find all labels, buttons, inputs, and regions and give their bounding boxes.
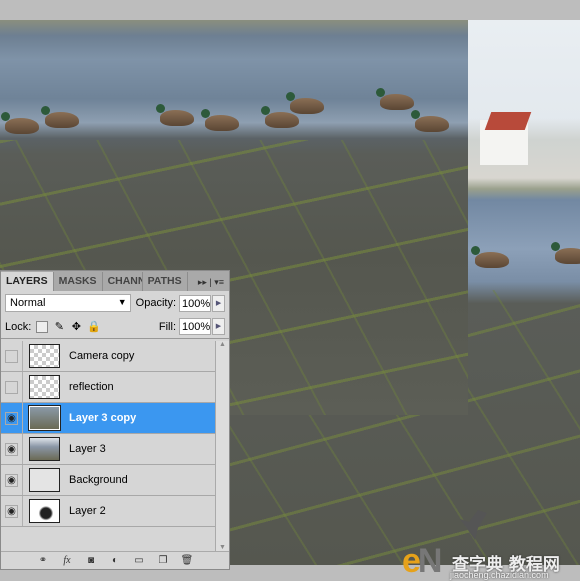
visibility-toggle[interactable] bbox=[5, 349, 18, 363]
layer-row-camera-copy[interactable]: Camera copy bbox=[1, 341, 215, 372]
tab-channels[interactable]: CHANN bbox=[103, 272, 143, 291]
duck bbox=[376, 88, 414, 110]
link-icon[interactable]: ⚭ bbox=[36, 555, 50, 566]
adjustment-icon[interactable]: ◐ bbox=[108, 555, 122, 566]
lock-transparency-icon[interactable] bbox=[36, 320, 49, 333]
trash-icon[interactable]: 🗑 bbox=[180, 555, 194, 566]
fx-icon[interactable]: fx bbox=[60, 555, 74, 566]
duck bbox=[411, 110, 449, 132]
eye-icon[interactable]: ◉ bbox=[5, 411, 18, 425]
layer-row-layer-3-copy[interactable]: ◉ Layer 3 copy bbox=[1, 403, 215, 434]
eye-icon[interactable]: ◉ bbox=[5, 473, 18, 487]
tab-paths[interactable]: PATHS bbox=[143, 272, 188, 291]
lock-label: Lock: bbox=[5, 320, 32, 333]
layers-panel: LAYERS MASKS CHANN PATHS ▸▸ | ▾≡ Normal ▼… bbox=[0, 270, 230, 570]
layer-thumbnail bbox=[29, 499, 60, 523]
scroll-up-icon[interactable]: ▲ bbox=[216, 341, 229, 348]
watermark-logo: eN bbox=[402, 542, 442, 580]
layer-thumbnail bbox=[29, 437, 60, 461]
mask-icon[interactable]: ◙ bbox=[84, 555, 98, 566]
layer-thumbnail bbox=[29, 468, 60, 492]
duck bbox=[471, 246, 509, 268]
layer-row-layer-2[interactable]: ◉ Layer 2 bbox=[1, 496, 215, 527]
layer-row-reflection[interactable]: reflection bbox=[1, 372, 215, 403]
tab-masks[interactable]: MASKS bbox=[54, 272, 103, 291]
opacity-slider-button[interactable]: ▶ bbox=[212, 294, 225, 312]
opacity-input[interactable]: 100% bbox=[179, 294, 212, 312]
visibility-toggle[interactable] bbox=[5, 380, 18, 394]
scroll-down-icon[interactable]: ▼ bbox=[216, 544, 229, 551]
eye-icon[interactable]: ◉ bbox=[5, 504, 18, 518]
panel-menu-icon[interactable]: ▸▸ | ▾≡ bbox=[193, 274, 229, 291]
duck bbox=[286, 92, 324, 114]
fill-input[interactable]: 100% bbox=[179, 318, 211, 335]
layer-name: Layer 2 bbox=[69, 505, 106, 517]
opacity-label: Opacity: bbox=[135, 297, 177, 309]
layers-footer: ⚭ fx ◙ ◐ ▭ ❐ 🗑 bbox=[1, 551, 229, 569]
layer-name: Background bbox=[69, 474, 128, 486]
blend-mode-select[interactable]: Normal ▼ bbox=[5, 294, 131, 312]
fill-label: Fill: bbox=[158, 320, 176, 333]
layer-name: reflection bbox=[69, 381, 114, 393]
layer-thumbnail bbox=[28, 405, 61, 431]
lock-brush-icon[interactable]: ✎ bbox=[53, 321, 65, 333]
duck bbox=[201, 109, 239, 131]
layer-thumbnail bbox=[29, 375, 60, 399]
chevron-down-icon: ▼ bbox=[117, 297, 127, 307]
watermark-url: jiaocheng.chazidian.com bbox=[450, 570, 549, 580]
duck bbox=[156, 104, 194, 126]
duck bbox=[551, 242, 580, 264]
layer-list: Camera copy reflection ◉ Layer 3 copy ◉ La… bbox=[1, 341, 215, 551]
lock-all-icon[interactable]: 🔒 bbox=[87, 321, 101, 333]
lock-move-icon[interactable]: ✥ bbox=[70, 321, 82, 333]
fill-slider-button[interactable]: ▶ bbox=[212, 318, 225, 335]
layer-thumbnail bbox=[29, 344, 60, 368]
new-layer-icon[interactable]: ❐ bbox=[156, 555, 170, 566]
watermark: eN 查字典 教程网 jiaocheng.chazidian.com bbox=[400, 510, 580, 580]
blend-mode-value: Normal bbox=[10, 297, 46, 309]
duck bbox=[1, 112, 39, 134]
layer-name: Layer 3 copy bbox=[69, 412, 137, 424]
duck bbox=[261, 106, 299, 128]
layer-name: Layer 3 bbox=[69, 443, 106, 455]
layer-list-scrollbar[interactable]: ▲ ▼ bbox=[215, 341, 229, 551]
layer-name: Camera copy bbox=[69, 350, 135, 362]
duck bbox=[41, 106, 79, 128]
tab-layers[interactable]: LAYERS bbox=[1, 272, 54, 291]
layer-row-background[interactable]: ◉ Background bbox=[1, 465, 215, 496]
group-icon[interactable]: ▭ bbox=[132, 555, 146, 566]
eye-icon[interactable]: ◉ bbox=[5, 442, 18, 456]
layer-row-layer-3[interactable]: ◉ Layer 3 bbox=[1, 434, 215, 465]
